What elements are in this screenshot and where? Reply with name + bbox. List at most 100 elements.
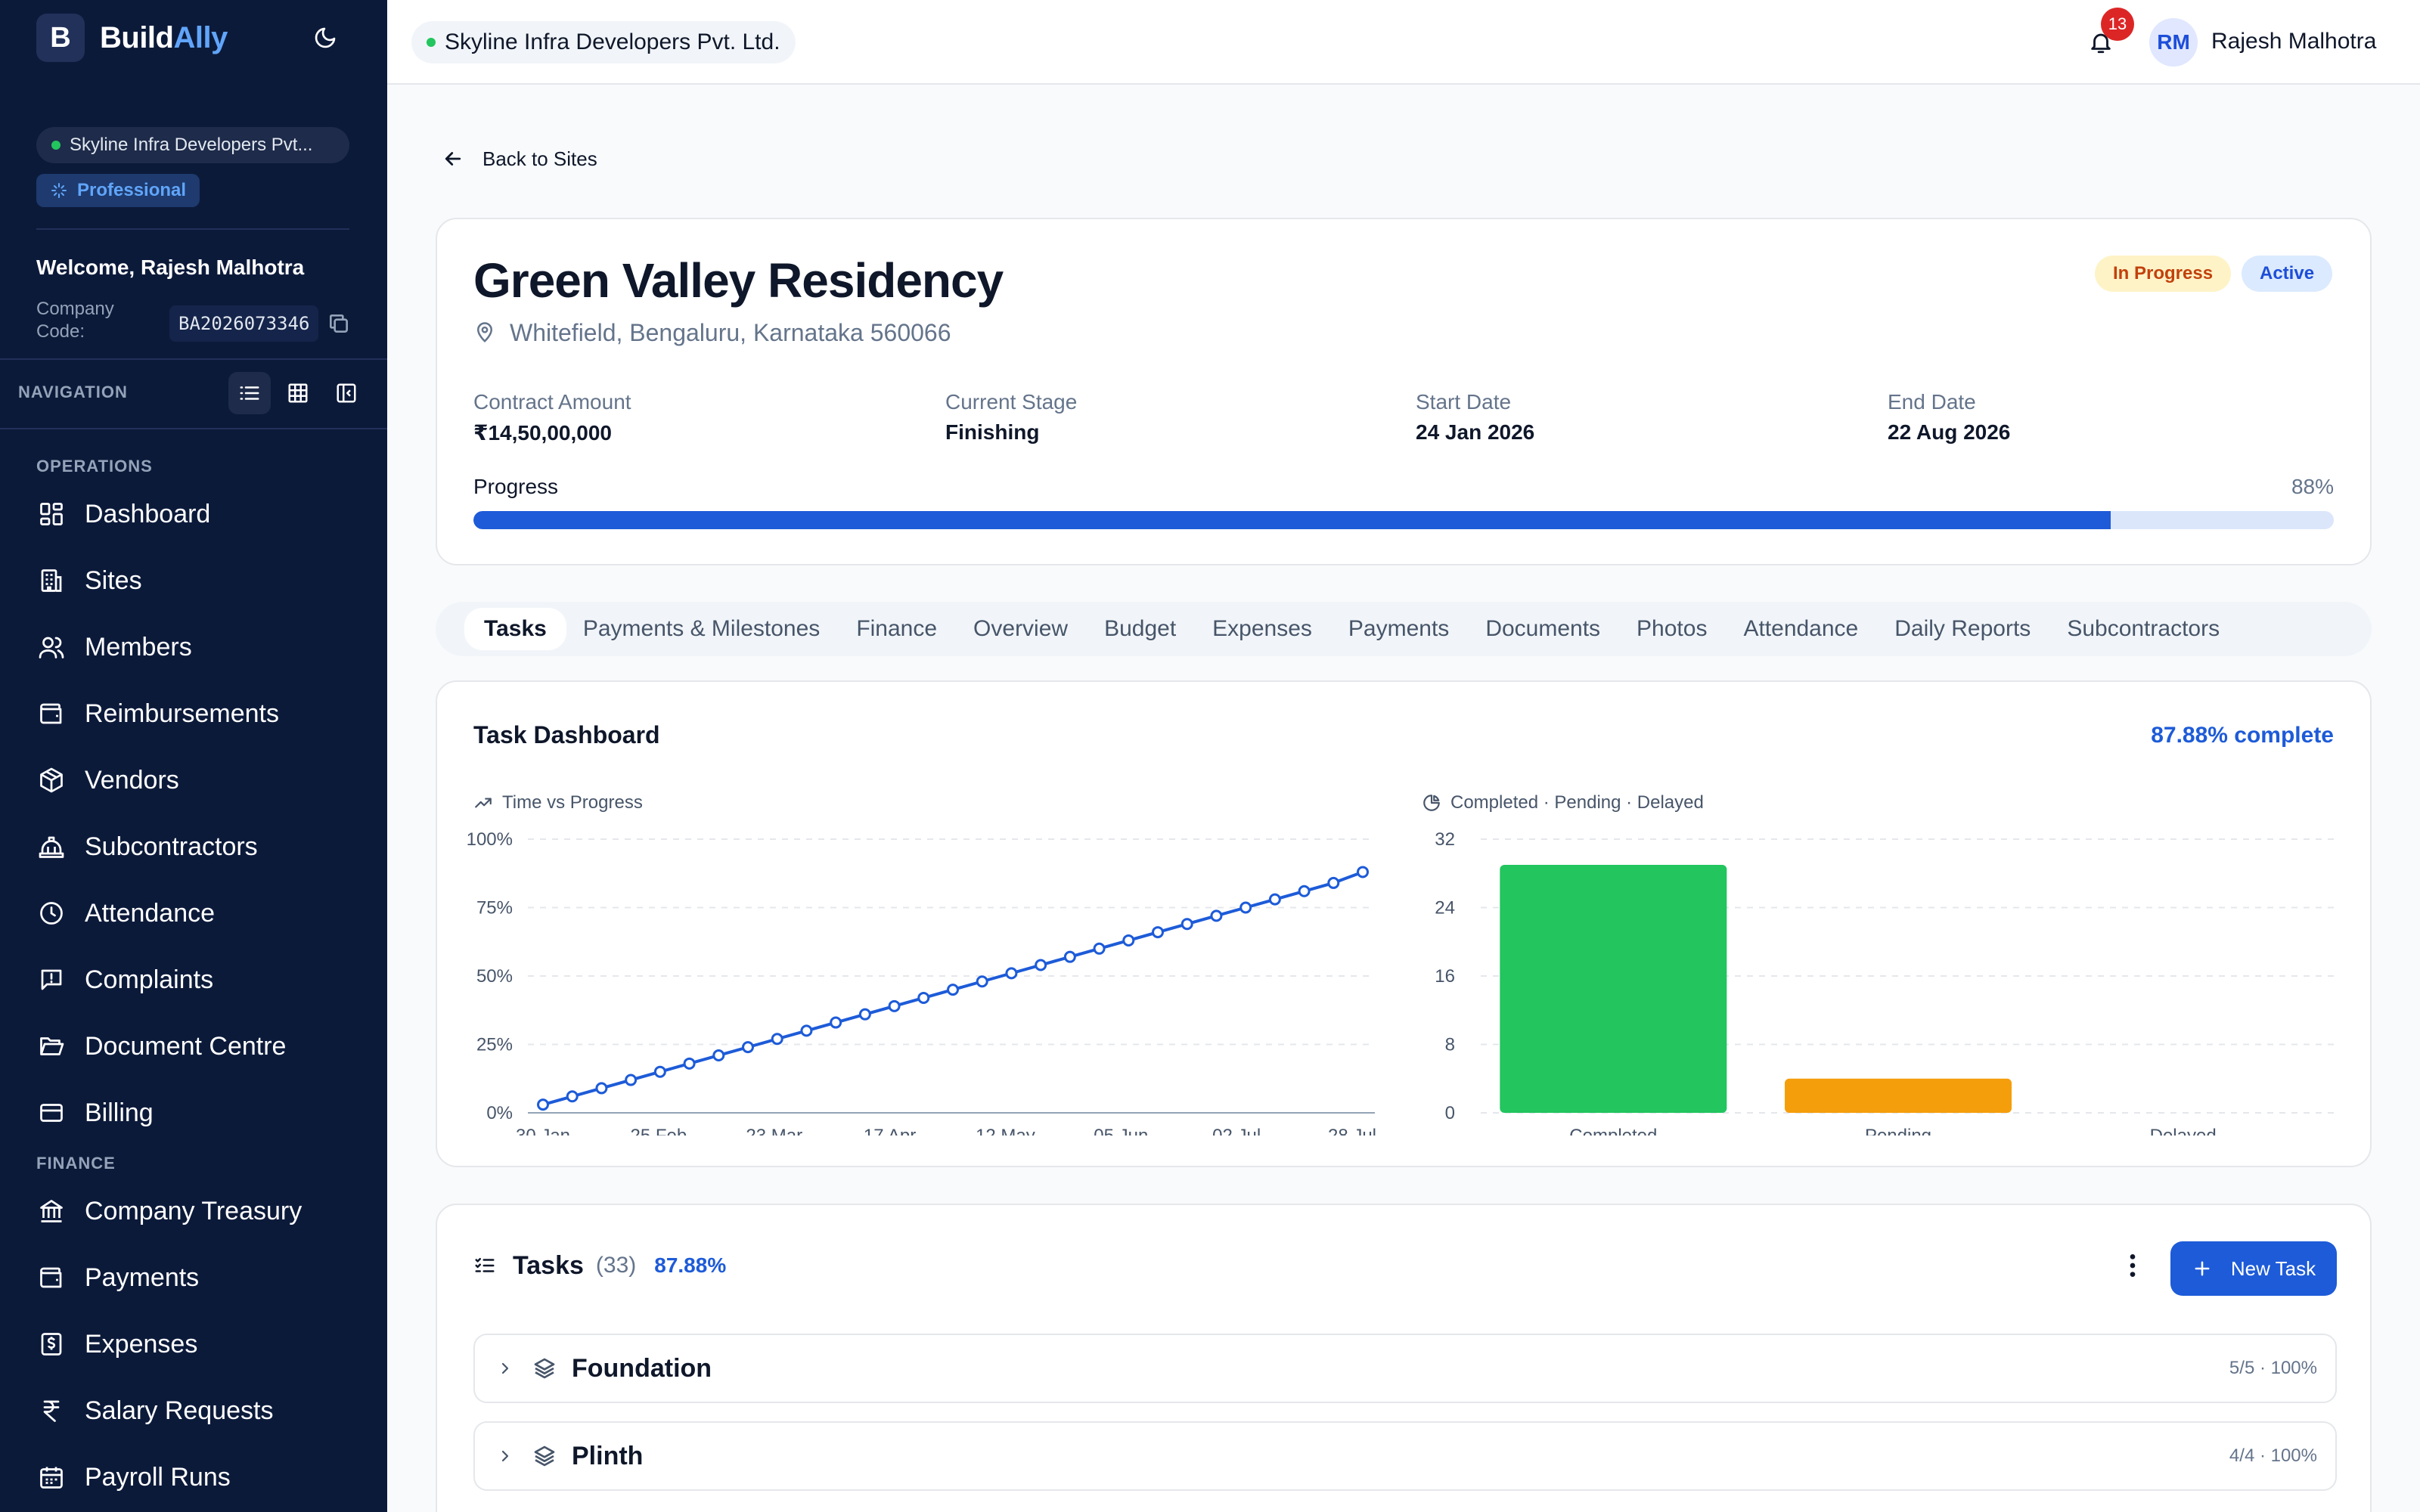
site-location: Whitefield, Bengaluru, Karnataka 560066 [473,318,951,348]
progress-point [566,1090,579,1103]
y-tick-label: 0% [486,1103,513,1123]
sidebar-item-payments[interactable]: Payments [36,1256,199,1299]
back-to-sites-link[interactable]: Back to Sites [442,144,597,174]
tab-finance[interactable]: Finance [856,608,937,650]
x-tick-label: 02 Jul [1212,1126,1261,1136]
progress-point [1093,942,1106,955]
new-task-button[interactable]: New Task [2170,1241,2337,1296]
tasks-count: (33) [595,1253,637,1278]
progress-point [1327,876,1340,889]
plan-badge: Professional [36,174,200,207]
user-name[interactable]: Rajesh Malhotra [2211,29,2376,54]
progress-point [800,1024,813,1037]
top-org-chip[interactable]: Skyline Infra Developers Pvt. Ltd. [411,21,796,64]
meta-label: End Date [1888,390,1976,414]
chevron-right-icon[interactable] [493,1444,517,1468]
sidebar-item-reimbursements[interactable]: Reimbursements [36,692,279,735]
progress-point [1035,959,1047,971]
panel-left-icon [337,383,356,403]
brand-logo: B [36,14,85,62]
sidebar-item-expenses[interactable]: Expenses [36,1323,197,1365]
task-dashboard-complete: 87.88% complete [2151,723,2334,748]
list-checks-icon [475,1258,495,1272]
site-location-text: Whitefield, Bengaluru, Karnataka 560066 [510,318,951,346]
sidebar-item-label: Members [85,632,192,662]
sidebar-divider [0,428,387,429]
sidebar-item-vendors[interactable]: Vendors [36,759,179,801]
sidebar-item-sites[interactable]: Sites [36,559,142,602]
grid-view-button[interactable] [277,372,319,414]
progress-point [625,1074,638,1086]
tab-photos[interactable]: Photos [1637,608,1707,650]
sidebar-item-members[interactable]: Members [36,626,192,668]
tab-payments-milestones[interactable]: Payments & Milestones [583,608,820,650]
tab-payments[interactable]: Payments [1348,608,1449,650]
list-view-button[interactable] [228,372,271,414]
chevron-right-icon[interactable] [493,1356,517,1380]
tab-tasks[interactable]: Tasks [464,608,566,650]
x-tick-label: 12 May [976,1126,1035,1136]
brand-prefix: Build [100,20,174,54]
tab-expenses[interactable]: Expenses [1212,608,1312,650]
x-tick-label: 30 Jan [516,1126,570,1136]
sidebar-item-salary-requests[interactable]: Salary Requests [36,1390,273,1432]
tab-budget[interactable]: Budget [1104,608,1176,650]
sidebar-item-label: Attendance [85,898,216,928]
sidebar-item-document-centre[interactable]: Document Centre [36,1025,286,1067]
copy-icon[interactable] [327,311,351,336]
brand-name: BuildAlly [100,21,228,55]
y-tick-label: 16 [1435,966,1455,987]
site-tabs: Tasks Payments & Milestones Finance Overvie… [436,602,2372,656]
progress-point [712,1049,725,1061]
sidebar-item-label: Subcontractors [85,832,258,861]
x-tick-label: Pending [1865,1126,1931,1136]
brand[interactable]: B BuildAlly [36,14,228,62]
sidebar-item-dashboard[interactable]: Dashboard [36,493,210,535]
sidebar-item-label: Sites [85,565,142,595]
sidebar-item-attendance[interactable]: Attendance [36,892,215,934]
site-summary-card: Green Valley Residency Whitefield, Benga… [436,218,2372,565]
task-dashboard-card: Task Dashboard 87.88% complete Time vs P… [436,680,2372,1167]
sidebar-divider [36,228,349,230]
sidebar-item-payroll-runs[interactable]: Payroll Runs [36,1456,231,1498]
sidebar-item-subcontractors[interactable]: Subcontractors [36,826,258,868]
time-vs-progress-chart: 0% 25% 50% 75% 100% 30 Jan 25 Feb 23 Mar 17 Apr 1… [467,829,1376,1136]
bar-pending [1785,1078,2012,1113]
tab-daily-reports[interactable]: Daily Reports [1894,608,2031,650]
sidebar-item-label: Reimbursements [85,699,279,728]
task-group-stat: 5/5 · 100% [2229,1358,2317,1378]
status-badge: In Progress [2095,256,2232,292]
sidebar-item-billing[interactable]: Billing [36,1092,154,1134]
new-task-label: New Task [2230,1256,2316,1280]
sidebar-item-company-treasury[interactable]: Company Treasury [36,1190,302,1232]
progress-point [976,975,988,988]
list-icon [240,386,259,400]
tab-attendance[interactable]: Attendance [1743,608,1858,650]
sparkle-icon [51,183,67,198]
progress-bar [473,511,2334,529]
navigation-header: NAVIGATION [18,383,128,401]
back-label: Back to Sites [482,147,597,170]
sidebar-item-complaints[interactable]: Complaints [36,959,213,1001]
start-date: Start Date 24 Jan 2026 [1416,390,1534,445]
avatar[interactable]: RM [2149,18,2198,67]
grid-icon [288,383,308,403]
tab-documents[interactable]: Documents [1485,608,1600,650]
sidebar-item-label: Payments [85,1263,200,1292]
theme-toggle-moon-icon[interactable] [309,21,342,54]
tab-subcontractors[interactable]: Subcontractors [2067,608,2220,650]
more-options-icon[interactable] [2116,1244,2149,1287]
collapse-sidebar-button[interactable] [325,372,368,414]
task-group-row[interactable]: Plinth 4/4 · 100% [473,1421,2337,1491]
plan-label: Professional [77,180,187,200]
company-code-label: Company Code: [36,299,114,342]
sidebar-item-label: Complaints [85,965,214,994]
x-tick-label: 23 Mar [746,1126,802,1136]
sidebar-org-chip[interactable]: Skyline Infra Developers Pvt... [36,127,349,163]
task-group-row[interactable]: Foundation 5/5 · 100% [473,1334,2337,1403]
x-tick-label: 05 Jun [1094,1126,1148,1136]
meta-value: ₹14,50,00,000 [473,421,612,445]
x-tick-label: 17 Apr [864,1126,916,1136]
tab-overview[interactable]: Overview [973,608,1068,650]
task-group-name: Foundation [572,1353,712,1383]
